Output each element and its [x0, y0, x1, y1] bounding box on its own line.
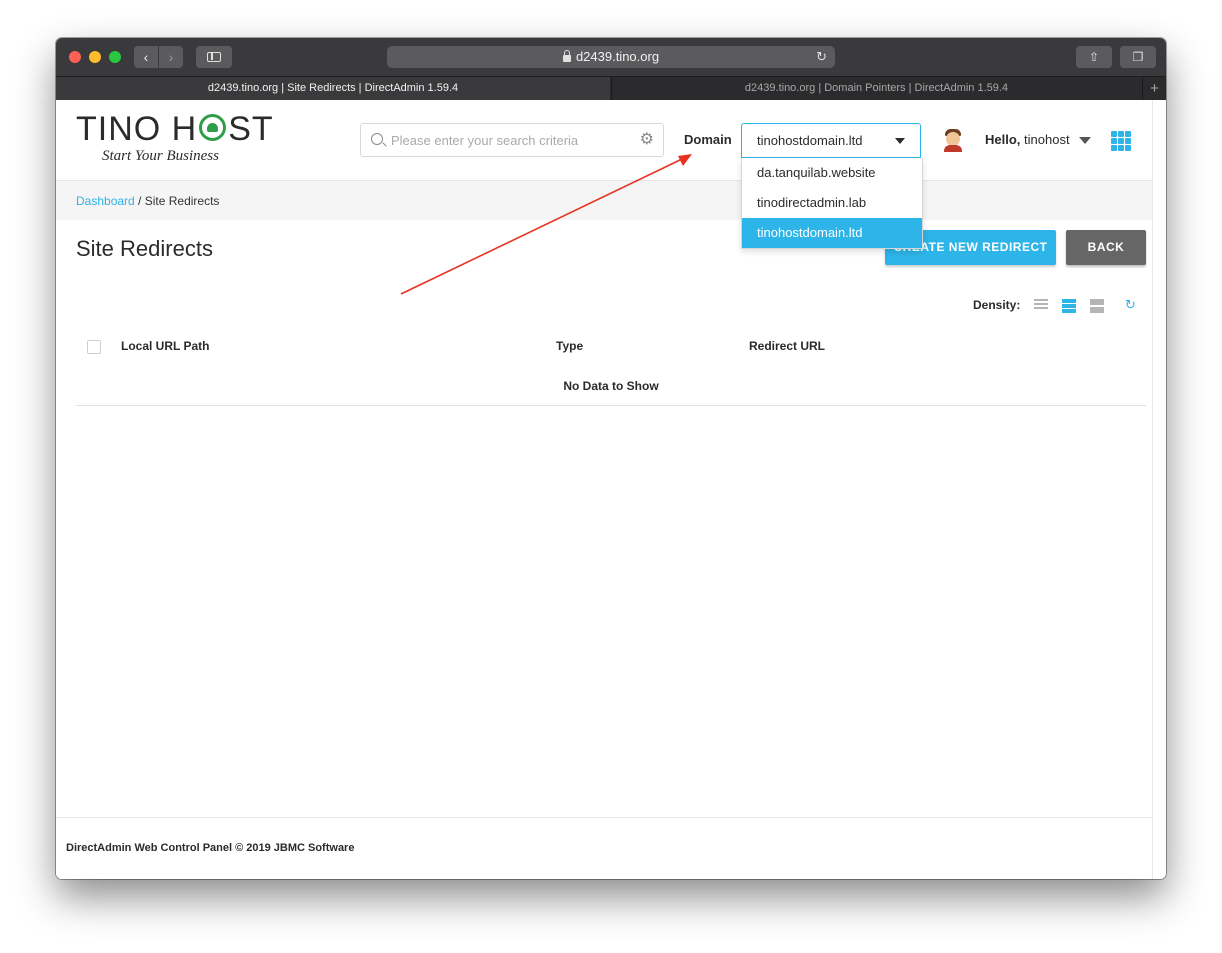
breadcrumb-dashboard-link[interactable]: Dashboard [76, 194, 135, 208]
domain-label: Domain [684, 132, 732, 147]
density-compact-icon[interactable] [1034, 299, 1048, 313]
share-button[interactable]: ⇧ [1076, 46, 1112, 68]
tab-bar: d2439.tino.org | Site Redirects | Direct… [56, 76, 1166, 101]
tabs-icon: ❐ [1132, 50, 1144, 64]
cloud-globe-icon [199, 114, 227, 141]
app-grid-icon[interactable] [1111, 131, 1131, 151]
footer: DirectAdmin Web Control Panel © 2019 JBM… [56, 817, 1152, 879]
address-bar[interactable]: d2439.tino.org ↻ [387, 46, 835, 68]
sidebar-icon [207, 52, 221, 62]
domain-dropdown: da.tanquilab.website tinodirectadmin.lab… [741, 158, 923, 249]
tab-overview-button[interactable]: ❐ [1120, 46, 1156, 68]
logo-text-left: TINO H [76, 110, 198, 148]
search-icon [371, 133, 383, 145]
scrollbar-track[interactable] [1152, 100, 1166, 879]
close-window-button[interactable] [69, 51, 81, 63]
tab-site-redirects[interactable]: d2439.tino.org | Site Redirects | Direct… [56, 77, 610, 101]
username: tinohost [1024, 132, 1070, 147]
hello-prefix: Hello, [985, 132, 1021, 147]
lock-icon [562, 50, 571, 62]
table-divider [76, 405, 1146, 406]
breadcrumb-separator: / [134, 194, 145, 208]
back-nav-button[interactable]: ‹ [134, 46, 158, 68]
refresh-icon[interactable]: ↻ [1125, 297, 1136, 313]
logo-text-right: ST [228, 110, 274, 148]
back-button[interactable]: BACK [1066, 230, 1146, 265]
search-box: ⚙ [360, 123, 664, 157]
page-title: Site Redirects [76, 236, 213, 261]
forward-nav-button[interactable]: › [159, 46, 183, 68]
browser-window: ‹ › d2439.tino.org ↻ ⇧ ❐ d2439.tino.org … [56, 38, 1166, 879]
empty-table-message: No Data to Show [563, 379, 659, 393]
new-tab-button[interactable]: + [1142, 77, 1166, 101]
title-bar: ‹ › d2439.tino.org ↻ ⇧ ❐ [56, 38, 1166, 76]
tab-domain-pointers[interactable]: d2439.tino.org | Domain Pointers | Direc… [611, 77, 1141, 101]
chevron-right-icon: › [168, 49, 174, 65]
minimize-window-button[interactable] [89, 51, 101, 63]
logo-tagline: Start Your Business [102, 148, 219, 164]
domain-option[interactable]: da.tanquilab.website [742, 158, 922, 188]
caret-down-icon [895, 138, 905, 144]
domain-option[interactable]: tinodirectadmin.lab [742, 188, 922, 218]
domain-option-selected[interactable]: tinohostdomain.ltd [742, 218, 922, 248]
share-icon: ⇧ [1088, 50, 1100, 64]
tinohost-logo[interactable]: TINO H ST Start Your Business [76, 112, 274, 165]
zoom-window-button[interactable] [109, 51, 121, 63]
reload-icon[interactable]: ↻ [816, 46, 827, 68]
chevron-left-icon: ‹ [143, 49, 149, 65]
site-header: TINO H ST Start Your Business ⚙ Domain ti… [56, 100, 1152, 180]
url-text: d2439.tino.org [575, 49, 660, 64]
gear-icon[interactable]: ⚙ [640, 131, 654, 149]
select-all-checkbox[interactable] [87, 340, 101, 354]
user-greeting[interactable]: Hello, tinohost [985, 132, 1070, 147]
column-header-type[interactable]: Type [556, 339, 583, 353]
column-header-redirect-url[interactable]: Redirect URL [749, 339, 825, 353]
page-content: TINO H ST Start Your Business ⚙ Domain ti… [56, 100, 1152, 879]
density-normal-icon[interactable] [1062, 299, 1076, 313]
search-input[interactable] [391, 130, 631, 150]
breadcrumb-current: Site Redirects [144, 194, 220, 208]
column-header-local-url-path[interactable]: Local URL Path [121, 339, 209, 353]
breadcrumb: Dashboard / Site Redirects [56, 180, 1152, 220]
avatar[interactable] [942, 128, 964, 152]
domain-select[interactable]: tinohostdomain.ltd [741, 123, 921, 158]
sidebar-toggle-button[interactable] [196, 46, 232, 68]
footer-text: DirectAdmin Web Control Panel © 2019 JBM… [66, 842, 355, 854]
density-label: Density: [973, 298, 1021, 312]
domain-selected-value: tinohostdomain.ltd [757, 133, 863, 148]
density-comfortable-icon[interactable] [1090, 299, 1104, 313]
user-menu-caret-icon[interactable] [1079, 137, 1091, 144]
